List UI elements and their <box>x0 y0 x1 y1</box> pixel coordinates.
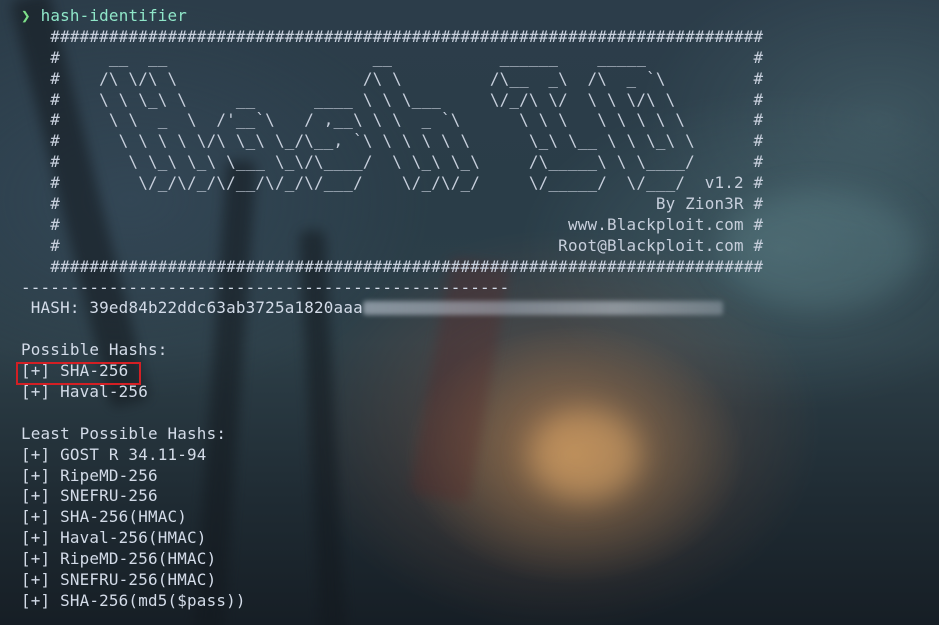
least-possible-hash-item: [+] SNEFRU-256 <box>21 486 158 506</box>
banner-line: # \ \ \_\ \ __ ____ \ \ \___ \/_/\ \/ \ … <box>21 89 764 109</box>
least-possible-hash-item: [+] Haval-256(HMAC) <box>21 528 207 548</box>
least-possible-hash-item: [+] SHA-256(md5($pass)) <box>21 590 246 610</box>
separator-line: ----------------------------------------… <box>21 277 510 297</box>
least-possible-hash-item: [+] SHA-256(HMAC) <box>21 507 188 527</box>
least-possible-hash-item: [+] SNEFRU-256(HMAC) <box>21 570 217 590</box>
banner-line: # By Zion3R # <box>21 194 764 214</box>
banner-line: # Root@Blackploit.com # <box>21 235 764 255</box>
least-possible-hashes-heading: Least Possible Hashs: <box>21 423 227 443</box>
redacted-hash-segment <box>362 301 723 316</box>
least-possible-hash-item: [+] GOST R 34.11-94 <box>21 444 207 464</box>
banner-line: ########################################… <box>21 256 764 276</box>
terminal-output: ❯ hash-identifier ######################… <box>21 6 763 612</box>
least-possible-hash-item: [+] RipeMD-256(HMAC) <box>21 549 217 569</box>
banner-line: # www.Blackploit.com # <box>21 214 764 234</box>
banner-line: # \ \ _ \ /'__`\ / ,__\ \ \ _ `\ \ \ \ \… <box>21 110 764 130</box>
least-possible-hash-item: [+] RipeMD-256 <box>21 465 158 485</box>
hash-label: HASH: <box>21 298 90 318</box>
banner-line: # \ \_\ \_\ \___ \_\/\____/ \ \_\ \_\ /\… <box>21 152 764 172</box>
possible-hashes-heading: Possible Hashs: <box>21 340 168 360</box>
banner-line: # \ \ \ \ \/\ \_\ \_/\__, `\ \ \ \ \ \ \… <box>21 131 764 151</box>
command-text: hash-identifier <box>40 6 188 25</box>
possible-hash-item: [+] Haval-256 <box>21 382 148 402</box>
hash-line: HASH: 39ed84b22ddc63ab3725a1820aaa <box>21 298 763 319</box>
banner-line: # __ __ __ ______ _____ # <box>21 47 764 67</box>
hash-value: 39ed84b22ddc63ab3725a1820aaa <box>89 298 363 318</box>
banner-line: ########################################… <box>21 26 764 46</box>
banner-line: # /\ \/\ \ /\ \ /\__ _\ /\ _ `\ # <box>21 68 764 88</box>
prompt-symbol: ❯ <box>21 6 31 25</box>
prompt-line: ❯ hash-identifier <box>21 6 763 27</box>
highlight-box <box>16 362 141 385</box>
banner-line: # \/_/\/_/\/__/\/_/\/___/ \/_/\/_/ \/___… <box>21 173 764 193</box>
